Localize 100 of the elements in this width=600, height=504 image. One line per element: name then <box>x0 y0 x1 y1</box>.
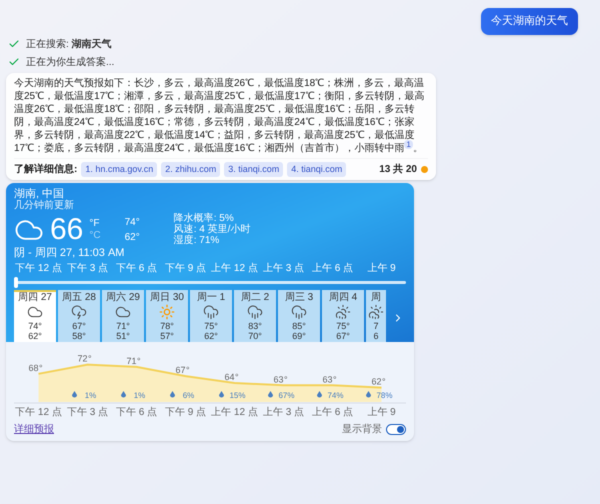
day-forecast-card[interactable]: 周一 1 75° 62° <box>190 290 232 342</box>
day-label: 周一 1 <box>196 293 226 303</box>
rain-cloud-icon <box>291 304 307 320</box>
toggle-label: 显示背景 <box>342 422 382 437</box>
user-message-bubble: 今天湖南的天气 <box>481 8 578 34</box>
temperature-label: 72 <box>77 354 88 364</box>
day-low: 62° <box>28 331 42 341</box>
high-temperature: 74° <box>124 216 140 230</box>
day-high: 78° <box>160 321 174 331</box>
timeline-label: 上午 9 <box>366 263 397 275</box>
precipitation-text: 1% <box>134 391 146 400</box>
answer-text: 今天湖南的天气预报如下：长沙，多云，最高温度26℃，最低温度18℃；株洲，多云，最高温度25℃，最低温度17℃；湘潭，多云，最高温度25℃，最低温度17℃；衡阳，多云转阴，最高温度26℃，最低温度18℃；邵阳，多云转阴，最高温度25℃，最低温度16℃；岳阳，多云转阴，最高温度24℃，最低温度16℃；常德，多云转阴，最高温度24℃，最低温度16℃；张家界，多云转阴，最高温度22℃，最低温度14℃；益阳，多云转阴，最高温度25℃，最低温度17℃；娄底，多云转阴，最高温度24℃，最低温度16℃；湘西州（吉首市），小雨转中雨 $^{1}$ 。 <box>14 76 426 154</box>
day-label: 周二 2 <box>240 293 270 303</box>
day-low: 58° <box>72 331 86 341</box>
progress-text: 正在为你生成答案... <box>26 56 114 70</box>
timeline-label: 下午 9 点 <box>164 263 208 275</box>
degree-sign: ° <box>186 365 190 376</box>
source-link[interactable]: 1. hn.cma.gov.cn <box>81 162 158 177</box>
temperature-label: 64 <box>224 372 234 382</box>
day-label: 周五 28 <box>62 293 96 303</box>
timeline-label: 下午 3 点 <box>66 263 110 275</box>
day-low: 69° <box>292 331 306 341</box>
background-toggle[interactable] <box>386 424 406 435</box>
source-link[interactable]: 3. tianqi.com <box>224 162 284 177</box>
timeline-label: 上午 12 点 <box>210 263 259 275</box>
day-high: 75° <box>336 321 350 331</box>
temperature-label: 71 <box>126 356 136 366</box>
source-link[interactable]: 4. tianqi.com <box>287 162 346 177</box>
condition-text: 阴 - 周四 27, 11:03 AM <box>14 247 126 260</box>
weather-detail: 湿度: 71% <box>174 235 220 246</box>
day-label: 周日 30 <box>150 293 184 303</box>
day-high: 75° <box>204 321 218 331</box>
sun-rain-cloud-icon <box>368 304 384 320</box>
day-forecast-card[interactable]: 周日 30 78° 57° <box>146 290 188 342</box>
day-label: 周四 27 <box>18 293 52 303</box>
timeline-label: 下午 6 点 <box>114 263 158 275</box>
droplet-icon <box>170 391 175 398</box>
sun-rain-cloud-icon <box>335 304 351 320</box>
day-label: 周 <box>371 293 381 303</box>
citation-link[interactable]: 1 <box>404 140 413 148</box>
hour-label: 上午 6 点 <box>312 407 354 418</box>
precipitation-text: 67% <box>278 391 294 400</box>
degree-sign: ° <box>382 376 386 387</box>
source-link[interactable]: 2. zhihu.com <box>161 162 220 177</box>
day-low: 67° <box>336 331 350 341</box>
timeline-label: 上午 6 点 <box>310 263 354 275</box>
rain-cloud-icon <box>203 304 219 320</box>
degree-sign: ° <box>235 372 239 382</box>
day-forecast-card[interactable]: 周六 29 71° 51° <box>102 290 144 342</box>
day-low: 51° <box>116 331 130 341</box>
precipitation-text: 1% <box>84 391 96 400</box>
progress-text: 正在搜索: 湖南天气 <box>26 38 112 52</box>
weather-detail: 降水概率: 5% <box>174 213 234 224</box>
current-temperature: 66 <box>50 214 84 246</box>
day-forecast-card[interactable]: 周四 4 75° 67° <box>322 290 364 342</box>
rain-cloud-icon <box>247 304 263 320</box>
hour-label: 上午 12 点 <box>211 407 258 418</box>
degree-sign: ° <box>284 374 288 384</box>
day-high: 83° <box>248 321 262 331</box>
day-high: 7 <box>373 321 378 331</box>
day-high: 71° <box>116 321 130 331</box>
day-forecast-card[interactable]: 周 7 6 <box>366 290 386 342</box>
temperature-label: 62 <box>371 376 382 387</box>
degree-sign: ° <box>137 356 141 366</box>
detailed-forecast-link[interactable]: 详细预报 <box>14 422 54 437</box>
droplet-icon <box>121 391 126 398</box>
droplet-icon <box>219 391 224 398</box>
response-count: 13 共 20 <box>379 162 417 177</box>
day-forecast-card[interactable]: 周二 2 83° 70° <box>234 290 276 342</box>
day-high: 74° <box>28 321 42 331</box>
precipitation-text: 78% <box>376 391 392 400</box>
day-low: 70° <box>248 331 262 341</box>
droplet-icon <box>268 391 273 398</box>
droplet-icon <box>317 391 322 398</box>
hour-label: 下午 3 点 <box>66 407 108 418</box>
degree-sign: ° <box>88 354 92 364</box>
timeline-thumb[interactable] <box>14 277 18 288</box>
day-label: 周六 29 <box>106 293 140 303</box>
day-high: 85° <box>292 321 306 331</box>
day-forecast-card[interactable]: 周五 28 67° 58° <box>58 290 100 342</box>
hour-label: 下午 9 点 <box>164 407 206 418</box>
hour-label: 下午 6 点 <box>116 407 158 418</box>
day-low: 6 <box>373 331 378 341</box>
sources-label: 了解详细信息: <box>14 162 78 177</box>
timeline-label: 上午 3 点 <box>262 263 306 275</box>
degree-sign: ° <box>39 362 43 373</box>
droplet-icon <box>72 391 77 398</box>
droplet-icon <box>366 391 371 398</box>
hour-label: 上午 3 点 <box>262 407 304 418</box>
low-temperature: 62° <box>124 230 140 244</box>
timeline-label: 下午 12 点 <box>14 263 63 275</box>
day-label: 周四 4 <box>328 293 358 303</box>
updated-text: 几分钟前更新 <box>14 200 75 211</box>
location-title: 湖南, 中国 <box>14 188 64 200</box>
day-label: 周三 3 <box>284 293 314 303</box>
precipitation-text: 74% <box>328 391 344 400</box>
day-forecast-card[interactable]: 周四 27 74° 62° <box>14 290 56 342</box>
precipitation-text: 15% <box>230 391 246 400</box>
day-forecast-card[interactable]: 周三 3 85° 69° <box>278 290 320 342</box>
day-low: 62° <box>204 331 218 341</box>
